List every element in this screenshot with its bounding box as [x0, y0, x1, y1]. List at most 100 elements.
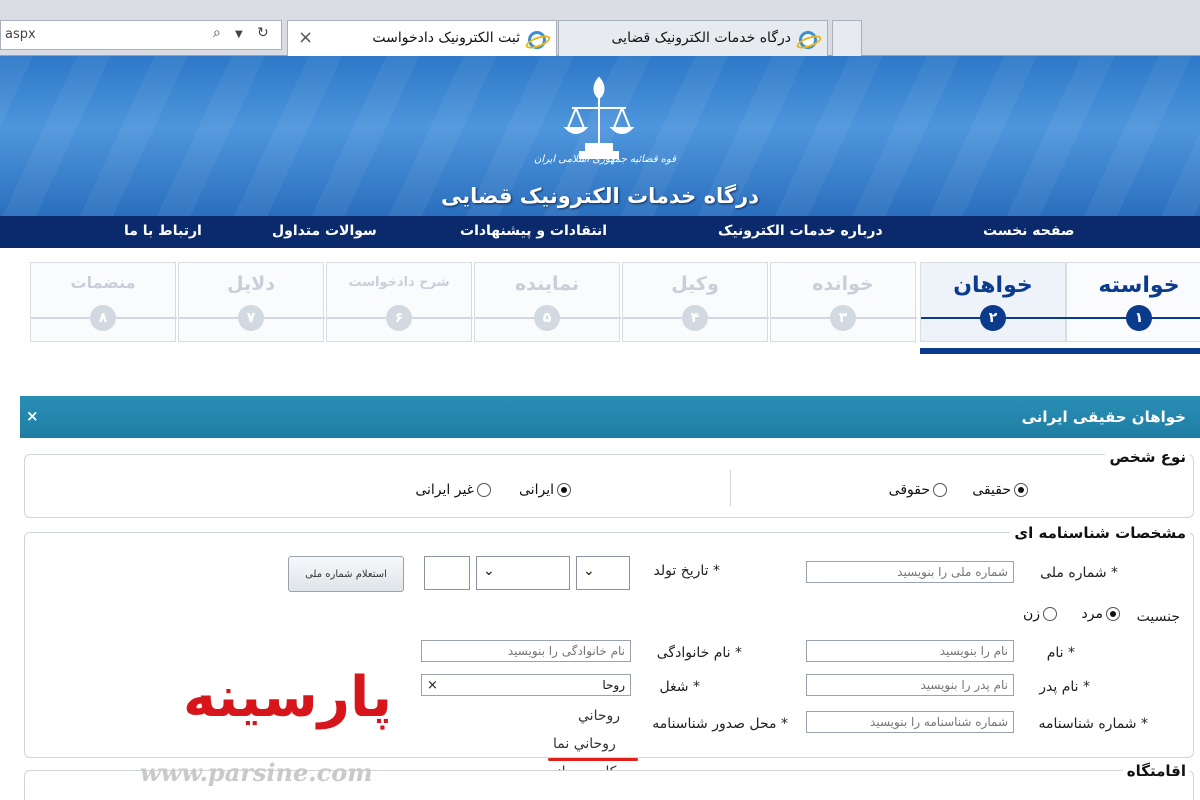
birth-cert-label: * شماره شناسنامه [1038, 716, 1148, 732]
step-defendant[interactable]: خوانده ۳ [770, 262, 917, 342]
judiciary-caption: قوه قضائیه جمهوری اسلامی ایران [534, 154, 676, 165]
main-nav: صفحه نخست درباره خدمات الکترونیک انتقادا… [0, 216, 1200, 248]
browser-ie-icon [528, 31, 546, 49]
identity-legend: مشخصات شناسنامه ای [1010, 524, 1190, 542]
step-label: خواسته [1098, 273, 1180, 298]
job-suggestion-item[interactable]: روحاني نما [553, 736, 616, 752]
radio-legal-person[interactable]: حقوقی [889, 482, 947, 498]
step-number: ۷ [238, 305, 264, 331]
chevron-down-icon: ⌄ [583, 563, 595, 579]
residence-legend: اقامتگاه [1122, 762, 1190, 780]
clear-icon[interactable]: × [427, 678, 438, 693]
first-name-label: * نام [1046, 645, 1075, 661]
step-number: ۱ [1126, 305, 1152, 331]
address-text: aspx [5, 27, 36, 42]
tab-portal[interactable]: درگاه خدمات الکترونیک قضایی [558, 20, 828, 56]
radio-label: زن [1022, 606, 1040, 622]
radio-male[interactable]: مرد [1082, 606, 1120, 622]
watermark-logo: پارسینه [183, 665, 393, 730]
radio-checked-icon [557, 483, 571, 497]
step-label: خواهان [953, 273, 1033, 298]
radio-iranian[interactable]: ایرانی [519, 482, 571, 498]
national-code-inquiry-button[interactable]: استعلام شماره ملی [288, 556, 404, 592]
gender-label: جنسیت [1136, 609, 1180, 625]
active-step-indicator [920, 348, 1200, 354]
tab-petition[interactable]: ثبت الکترونیک دادخواست × [287, 20, 557, 56]
job-suggestion-item[interactable]: روحاني [578, 708, 620, 724]
national-code-input[interactable] [806, 561, 1014, 583]
step-number: ۶ [386, 305, 412, 331]
divider [730, 470, 731, 506]
chevron-down-icon[interactable]: ▼ [235, 29, 243, 40]
step-number: ۸ [90, 305, 116, 331]
person-type-legend: نوع شخص [1105, 448, 1190, 466]
close-icon[interactable]: × [298, 27, 313, 48]
browser-ie-icon [799, 31, 817, 49]
nav-home[interactable]: صفحه نخست [983, 223, 1074, 239]
radio-label: ایرانی [519, 482, 554, 498]
last-name-label: * نام خانوادگی [656, 645, 742, 661]
step-lawyer[interactable]: وکیل ۴ [622, 262, 769, 342]
watermark-url: www.parsine.com [140, 758, 373, 787]
father-name-input[interactable] [806, 674, 1014, 696]
step-description[interactable]: شرح دادخواست ۶ [326, 262, 473, 342]
radio-checked-icon [1014, 483, 1028, 497]
judiciary-emblem-icon [563, 76, 635, 159]
radio-label: غیر ایرانی [415, 482, 474, 498]
radio-label: حقوقی [888, 482, 930, 498]
browser-toolbar: aspx ⌕ ▼ ↻ ثبت الکترونیک دادخواست × درگا… [0, 0, 1200, 56]
new-tab-button[interactable] [832, 20, 862, 56]
step-representative[interactable]: نماینده ۵ [474, 262, 621, 342]
birth-month-select[interactable]: ⌄ [476, 556, 570, 590]
step-claim[interactable]: خواسته ۱ [1066, 262, 1200, 342]
step-label: خوانده [812, 273, 874, 295]
radio-unchecked-icon [933, 483, 947, 497]
step-label: وکیل [671, 273, 719, 295]
radio-unchecked-icon [1043, 607, 1057, 621]
search-icon[interactable]: ⌕ [213, 25, 221, 41]
step-number: ۲ [980, 305, 1006, 331]
first-name-input[interactable] [806, 640, 1014, 662]
panel-header: خواهان حقیقی ایرانی × [20, 396, 1200, 438]
last-name-input[interactable] [421, 640, 631, 662]
nav-contact[interactable]: ارتباط با ما [124, 223, 202, 239]
radio-label: حقیقی [972, 482, 1011, 498]
panel-title: خواهان حقیقی ایرانی [1021, 408, 1186, 426]
step-attachments[interactable]: منضمات ۸ [30, 262, 177, 342]
nav-feedback[interactable]: انتقادات و پیشنهادات [460, 223, 607, 239]
birth-year-input[interactable] [424, 556, 470, 590]
refresh-icon[interactable]: ↻ [257, 25, 269, 41]
issue-place-label: * محل صدور شناسنامه [652, 716, 788, 732]
portal-title: درگاه خدمات الکترونیک قضایی [441, 184, 759, 208]
radio-label: مرد [1081, 606, 1103, 622]
step-number: ۴ [682, 305, 708, 331]
address-bar[interactable]: aspx ⌕ ▼ ↻ [0, 20, 282, 50]
site-header: قوه قضائیه جمهوری اسلامی ایران درگاه خدم… [0, 56, 1200, 216]
step-number: ۳ [830, 305, 856, 331]
national-code-label: * شماره ملی [1040, 565, 1118, 581]
radio-non-iranian[interactable]: غیر ایرانی [415, 482, 491, 498]
job-input[interactable] [421, 674, 631, 696]
radio-real-person[interactable]: حقیقی [972, 482, 1028, 498]
step-number: ۵ [534, 305, 560, 331]
birth-cert-input[interactable] [806, 711, 1014, 733]
nav-about[interactable]: درباره خدمات الکترونیک [718, 223, 883, 239]
nav-faq[interactable]: سوالات متداول [272, 223, 377, 239]
step-label: منضمات [70, 273, 136, 292]
tab-title: ثبت الکترونیک دادخواست [372, 30, 520, 46]
birth-date-label: * تاریخ تولد [653, 563, 721, 579]
birth-day-select[interactable]: ⌄ [576, 556, 630, 590]
close-icon[interactable]: × [26, 407, 39, 425]
wizard-steps: خواسته ۱ خواهان ۲ خوانده ۳ وکیل ۴ نمایند… [30, 262, 1200, 342]
step-label: شرح دادخواست [348, 275, 450, 290]
tab-title: درگاه خدمات الکترونیک قضایی [611, 30, 791, 46]
step-plaintiff[interactable]: خواهان ۲ [920, 262, 1067, 342]
radio-checked-icon [1106, 607, 1120, 621]
step-label: دلایل [227, 273, 275, 295]
radio-female[interactable]: زن [1023, 606, 1057, 622]
chevron-down-icon: ⌄ [483, 563, 495, 579]
highlight-underline [548, 758, 638, 761]
step-reasons[interactable]: دلایل ۷ [178, 262, 325, 342]
step-label: نماینده [514, 273, 580, 295]
radio-unchecked-icon [477, 483, 491, 497]
